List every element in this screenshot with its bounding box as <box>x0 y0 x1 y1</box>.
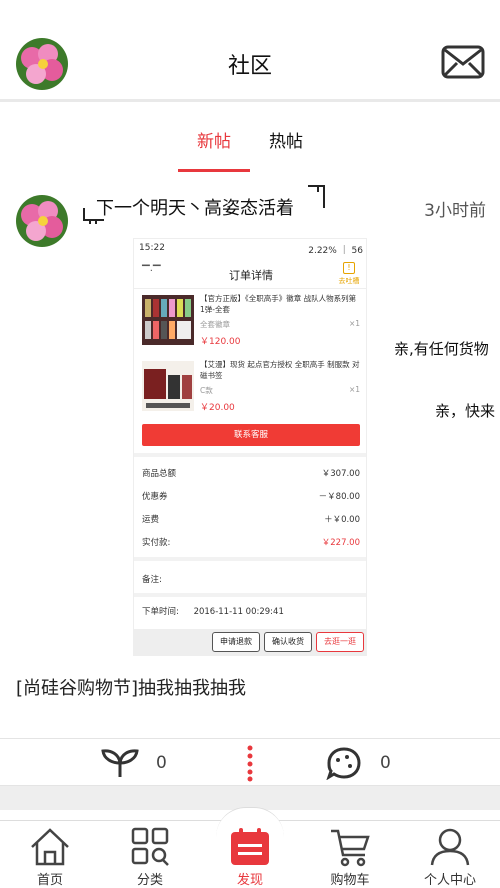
tab-category[interactable]: 分类 <box>100 827 200 888</box>
post-image[interactable]: 15:22 2.22% ｜ 56 ▔·▔ 订单详情 ! 去吐槽 【官方正版】《全… <box>133 238 367 656</box>
post-author-name[interactable]: 下一个明天丶高姿态活着 <box>96 194 294 220</box>
image-summary-label: 商品总额 <box>142 469 177 479</box>
tab-discover[interactable]: 发现 <box>200 827 300 888</box>
image-divider <box>134 453 366 457</box>
tab-cart[interactable]: 购物车 <box>300 827 400 888</box>
tab-hot[interactable]: 热帖 <box>262 127 310 152</box>
image-summary-value: －￥80.00 <box>318 492 360 502</box>
tab-profile[interactable]: 个人中心 <box>400 827 500 888</box>
image-item-spec: 全套徽章 <box>200 320 230 329</box>
tab-cart-label: 购物车 <box>330 873 370 888</box>
image-summary-row: 优惠券 －￥80.00 <box>142 490 360 502</box>
image-summary-value: ￥307.00 <box>321 469 360 479</box>
tab-home-label: 首页 <box>36 873 63 888</box>
image-confirm-button: 确认收货 <box>264 632 312 652</box>
danmaku-text: 亲,有任何货物 <box>394 340 489 358</box>
image-order-item: 【官方正版】《全职高手》徽章 战队人物系列第1弹-全套 全套徽章 ×1 ￥120… <box>134 291 366 355</box>
post-author-avatar[interactable] <box>16 195 68 247</box>
feed-tabs: 新帖 热帖 <box>0 105 500 173</box>
image-item-thumbnail <box>142 361 194 411</box>
category-icon <box>131 827 169 866</box>
image-divider <box>134 593 366 597</box>
image-status-time: 15:22 <box>139 243 165 253</box>
tab-profile-label: 个人中心 <box>423 873 476 888</box>
image-item-price: ￥20.00 <box>200 403 235 413</box>
image-contact-button: 联系客服 <box>142 424 360 446</box>
image-summary-value: ￥227.00 <box>321 538 360 548</box>
cart-icon <box>331 829 370 867</box>
name-decoration-right-icon <box>308 185 325 208</box>
tab-new[interactable]: 新帖 <box>178 127 250 172</box>
image-tucao-label: 去吐槽 <box>338 277 360 285</box>
image-browse-button: 去逛一逛 <box>316 632 364 652</box>
tab-home[interactable]: 首页 <box>0 827 100 888</box>
sprout-like-icon[interactable] <box>100 747 140 779</box>
post-actions: 0 0 <box>0 738 500 786</box>
image-order-title: 订单详情 <box>229 269 273 282</box>
image-refund-button: 申请退款 <box>212 632 260 652</box>
image-status-right: 2.22% ｜ 56 <box>308 246 363 256</box>
image-summary-label: 运费 <box>142 515 160 525</box>
tab-discover-label: 发现 <box>236 873 263 888</box>
image-order-time-row: 下单时间: 2016-11-11 00:29:41 <box>142 605 360 617</box>
comment-icon[interactable] <box>326 746 362 780</box>
image-summary-row: 商品总额 ￥307.00 <box>142 467 360 479</box>
discover-icon <box>231 828 269 865</box>
like-count: 0 <box>156 753 167 773</box>
comment-count: 0 <box>380 753 391 773</box>
tab-category-label: 分类 <box>136 873 163 888</box>
image-order-time: 2016-11-11 00:29:41 <box>193 607 284 617</box>
image-order-time-label: 下单时间: <box>142 607 179 617</box>
image-remark-label: 备注: <box>142 575 162 585</box>
home-icon <box>31 828 69 866</box>
post-content[interactable]: [尚硅谷购物节]抽我抽我抽我 <box>16 674 246 700</box>
image-order-item: 【艾漫】现货 起点官方授权 全职高手 制服款 对磁书签 C款 ×1 ￥20.00 <box>134 357 366 421</box>
image-item-thumbnail <box>142 295 194 345</box>
image-item-name: 【官方正版】《全职高手》徽章 战队人物系列第1弹-全套 <box>200 294 357 314</box>
more-dots-icon[interactable] <box>246 744 254 782</box>
mail-icon[interactable] <box>441 45 485 79</box>
warning-icon: ! <box>343 262 355 274</box>
image-order-header: ▔·▔ 订单详情 ! 去吐槽 <box>134 259 366 289</box>
image-item-qty: ×1 <box>348 319 360 328</box>
danmaku-text: 亲，快来 <box>435 402 496 420</box>
image-item-spec: C款 <box>200 386 213 395</box>
post-time: 3小时前 <box>424 201 486 221</box>
image-item-qty: ×1 <box>348 385 360 394</box>
bottom-tab-bar: 首页 分类 发现 购物车 个人中心 <box>0 807 500 888</box>
image-button-bar: 申请退款 确认收货 去逛一逛 <box>134 629 366 655</box>
user-icon <box>430 828 470 866</box>
image-summary-label: 优惠券 <box>142 492 168 502</box>
image-status-bar: 15:22 2.22% ｜ 56 <box>134 239 366 259</box>
image-summary-row: 运费 ＋￥0.00 <box>142 513 360 525</box>
top-header: 社区 <box>0 0 500 102</box>
image-summary-label: 实付款: <box>142 538 171 548</box>
image-item-price: ￥120.00 <box>200 337 241 347</box>
image-divider <box>134 557 366 561</box>
page-title: 社区 <box>227 54 272 79</box>
image-item-name: 【艾漫】现货 起点官方授权 全职高手 制服款 对磁书签 <box>200 360 360 380</box>
image-summary-row: 实付款: ￥227.00 <box>142 536 360 548</box>
image-tucao: ! 去吐槽 <box>334 262 364 286</box>
image-summary-value: ＋￥0.00 <box>324 515 360 525</box>
